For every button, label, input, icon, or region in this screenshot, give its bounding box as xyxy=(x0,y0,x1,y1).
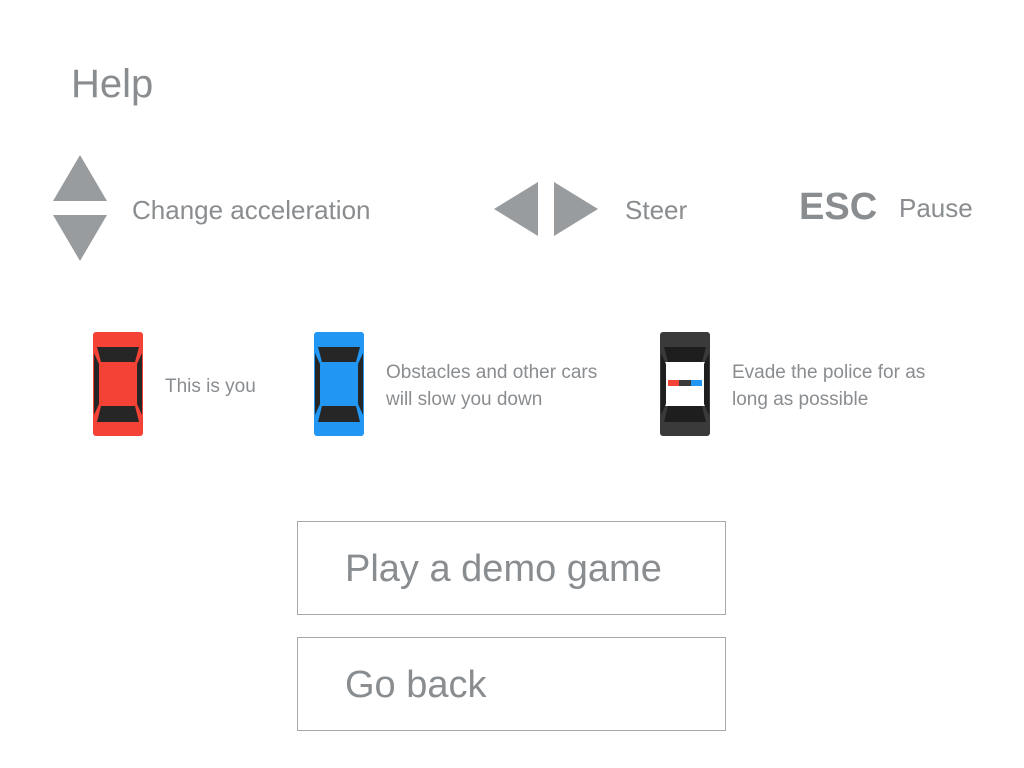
obstacle-car-text: Obstacles and other cars will slow you d… xyxy=(386,359,626,413)
police-car-text: Evade the police for as long as possible xyxy=(732,359,972,413)
go-back-label: Go back xyxy=(345,664,487,706)
red-car-icon xyxy=(93,332,143,436)
police-light-blue xyxy=(691,380,702,386)
police-text-line1: Evade the police for as xyxy=(732,362,926,383)
esc-key-label: ESC xyxy=(799,186,878,228)
up-down-arrows-icon xyxy=(53,155,107,261)
obstacle-text-line1: Obstacles and other cars xyxy=(386,362,598,383)
up-arrow-icon xyxy=(53,155,107,201)
police-text-line2: long as possible xyxy=(732,389,869,410)
help-screen: Help Change acceleration Steer ESC Pause… xyxy=(0,0,1024,768)
go-back-button[interactable]: Go back xyxy=(297,637,726,731)
down-arrow-icon xyxy=(53,215,107,261)
play-demo-label: Play a demo game xyxy=(345,548,662,590)
player-car-text: This is you xyxy=(165,376,256,397)
right-arrow-icon xyxy=(554,182,598,236)
accel-label: Change acceleration xyxy=(132,195,371,225)
play-demo-button[interactable]: Play a demo game xyxy=(297,521,726,615)
police-car-icon xyxy=(660,332,710,436)
pause-label: Pause xyxy=(899,193,973,223)
steer-label: Steer xyxy=(625,195,688,225)
police-light-red xyxy=(668,380,679,386)
page-title: Help xyxy=(71,62,154,106)
left-arrow-icon xyxy=(494,182,538,236)
left-right-arrows-icon xyxy=(494,182,598,236)
blue-car-icon xyxy=(314,332,364,436)
obstacle-text-line2: will slow you down xyxy=(386,389,543,410)
